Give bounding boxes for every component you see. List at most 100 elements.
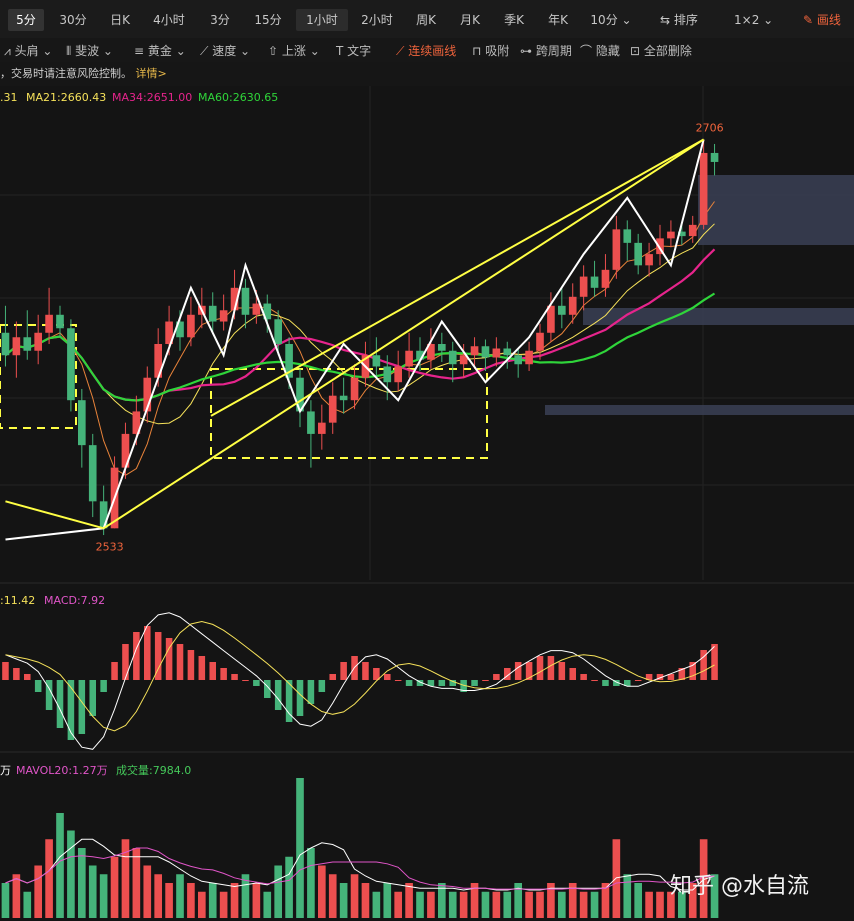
candle-body [23, 337, 32, 351]
volume-bar [558, 891, 566, 918]
candle-body [645, 254, 653, 266]
macd-bar [373, 668, 380, 680]
volume-bar [198, 891, 206, 918]
volume-bar [67, 830, 75, 918]
macd-bar [525, 662, 533, 680]
candle-body [688, 224, 697, 237]
macd-bar [274, 680, 282, 710]
macd-bar [384, 674, 391, 680]
candle-body [514, 355, 522, 365]
candle-body [99, 501, 108, 529]
candle-body [45, 314, 53, 333]
candle-body [612, 229, 621, 270]
trendline [5, 500, 104, 530]
candle-body [252, 303, 261, 315]
candle-body [448, 350, 457, 365]
ma5-line [5, 201, 715, 476]
macd-bar [89, 680, 96, 716]
candle-body [383, 366, 392, 383]
volume-bar [405, 883, 413, 918]
macd-bar [340, 662, 347, 680]
volume-bar [383, 883, 392, 918]
volume-unit: 万 [0, 764, 11, 777]
volume-bar [132, 848, 141, 918]
candle-body [339, 395, 348, 401]
macd-bar [405, 680, 413, 686]
candle-body [350, 377, 359, 401]
volume-bar [176, 874, 184, 918]
candle-body [208, 305, 217, 322]
macd-bar [591, 680, 598, 681]
volume-bar [1, 883, 10, 918]
volume-bar [427, 891, 435, 918]
volume-bar [481, 891, 490, 918]
volume-bar [34, 865, 42, 918]
volume-bar [328, 874, 337, 918]
macd-bar [67, 680, 75, 740]
macd-bar [144, 626, 151, 680]
candle-body [1, 332, 10, 356]
volume-bar [459, 891, 468, 918]
macd-bar [176, 644, 184, 680]
macd-bar [209, 662, 216, 680]
candle-body [307, 411, 315, 434]
macd-bar [362, 662, 369, 680]
volume-bar [56, 813, 64, 918]
candle-body [590, 276, 599, 288]
candle-body [699, 152, 708, 225]
volume-bar [307, 848, 315, 918]
volume-bar [503, 891, 512, 918]
macd-bar [242, 680, 249, 681]
candle-body [503, 348, 512, 356]
volume-bar [634, 883, 642, 918]
macd-bar [536, 656, 544, 680]
trendline [210, 138, 705, 417]
macd-bar [394, 680, 402, 681]
low-label: 2533 [96, 540, 124, 553]
volume-bar [143, 865, 152, 918]
candle-body [187, 314, 195, 338]
macd-bar [2, 662, 9, 680]
consolidation-box [210, 368, 488, 459]
volume-bar [165, 883, 173, 918]
resistance-zone [698, 175, 854, 245]
candle-body [241, 287, 250, 315]
high-label: 2706 [696, 121, 724, 134]
volume-bar [110, 856, 119, 918]
volume-bar [339, 883, 348, 918]
volume-bar [252, 883, 261, 918]
macd-bar [482, 680, 489, 681]
candle-body [318, 422, 326, 434]
macd-bar [602, 680, 609, 686]
volume-bar [296, 778, 304, 918]
volume-bar [45, 839, 53, 918]
candle-body [536, 332, 544, 351]
volume-bar [656, 891, 664, 918]
volume-bar [285, 856, 293, 918]
candle-body [328, 395, 337, 423]
macd-bar [307, 680, 315, 704]
volume-bar [318, 865, 326, 918]
macd-bar [580, 674, 587, 680]
volume-bar [219, 891, 228, 918]
candle-body [667, 231, 675, 239]
macd-bar [471, 680, 478, 686]
candle-body [67, 328, 75, 401]
macd-bar [253, 680, 260, 686]
kline-chart[interactable]: 2706 2533 [0, 0, 854, 921]
candle-body [558, 305, 566, 315]
macd-bar [198, 656, 206, 680]
mavol20-value: MAVOL20:1.27万 [16, 764, 108, 777]
macd-bar [24, 674, 31, 680]
macd-bar [634, 680, 642, 681]
volume-bar [12, 874, 21, 918]
macd-bar [569, 668, 576, 680]
candle-body [470, 346, 479, 356]
candle-body [56, 314, 64, 329]
macd-bar [187, 650, 195, 680]
macd-bar [34, 680, 42, 692]
macd-bar [78, 680, 86, 734]
volume-bar [361, 883, 370, 918]
candle-body [78, 400, 86, 446]
candle-body [274, 319, 282, 344]
